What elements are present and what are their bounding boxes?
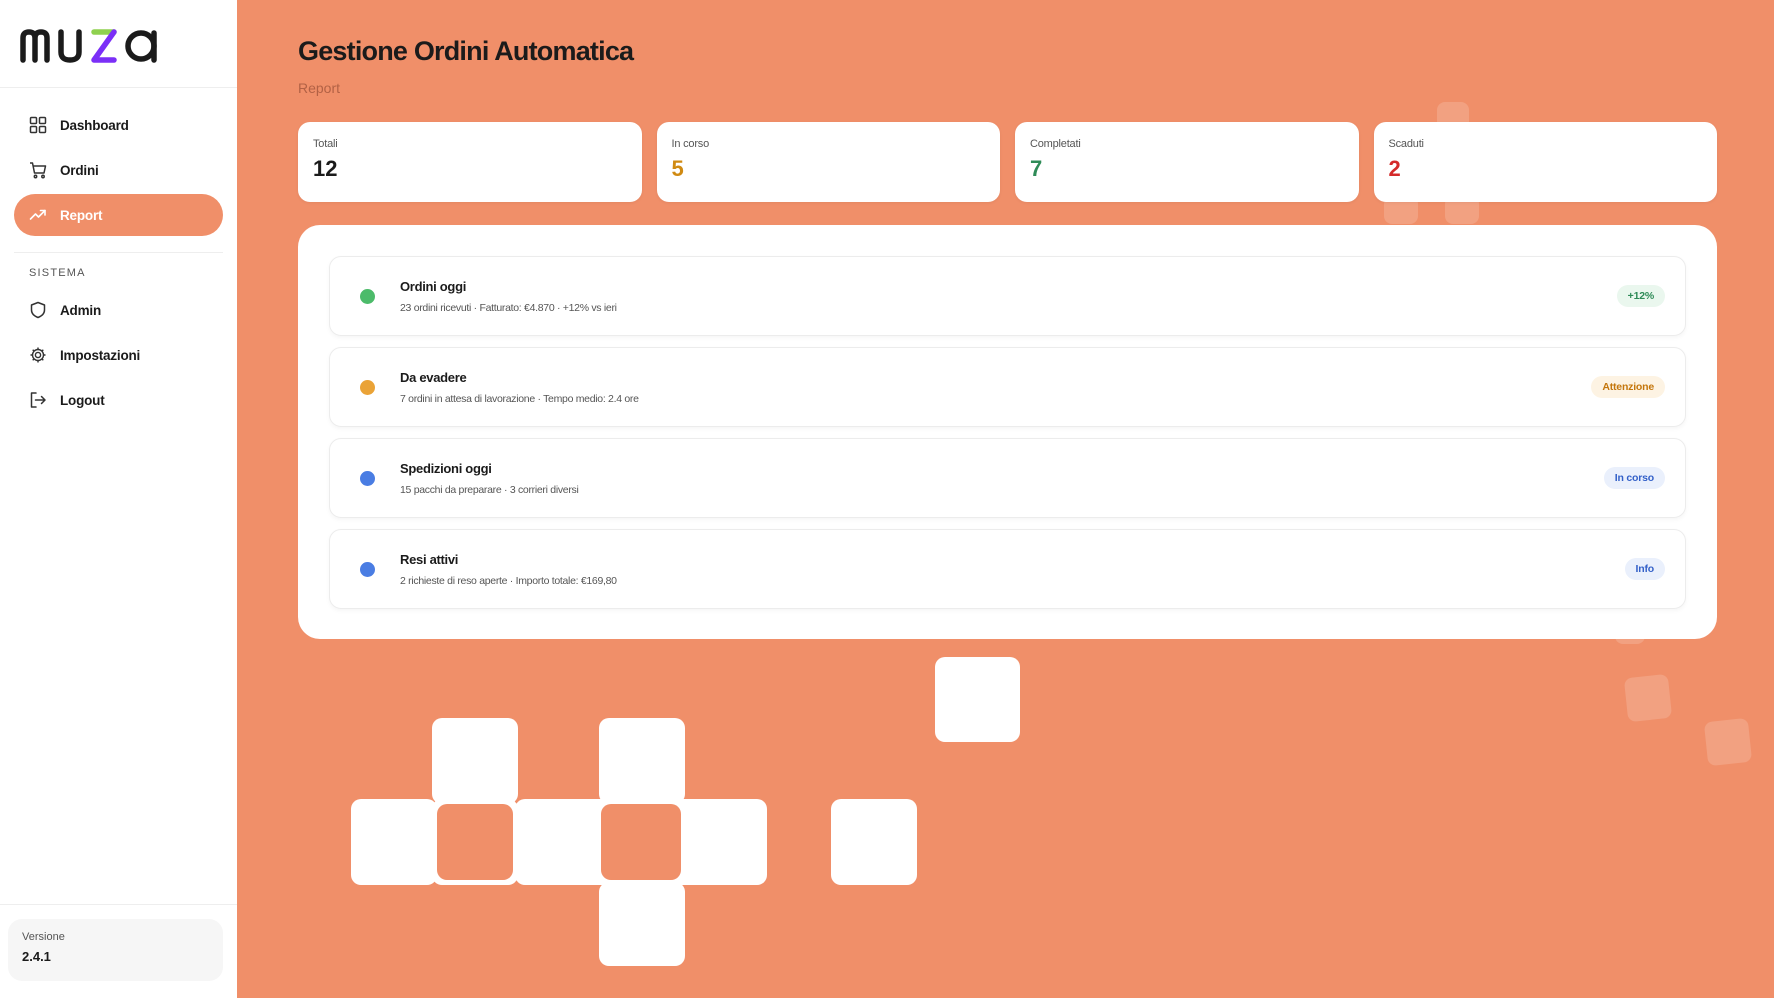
report-row-resi-attivi[interactable]: Resi attivi 2 richieste di reso aperte ·…	[329, 529, 1686, 609]
sidebar-item-label: Impostazioni	[60, 347, 141, 363]
decorative-block	[599, 718, 685, 804]
sidebar-item-ordini[interactable]: Ordini	[14, 149, 223, 191]
cart-icon	[28, 160, 48, 180]
stat-value: 7	[1030, 156, 1043, 181]
sidebar-item-label: Admin	[60, 302, 101, 318]
status-badge: Info	[1624, 558, 1665, 580]
status-dot	[360, 470, 375, 486]
shield-icon	[28, 300, 48, 320]
sidebar-divider	[14, 252, 223, 253]
decorative-block-hole	[437, 804, 513, 880]
stat-label: Totali	[313, 138, 338, 150]
status-badge: Attenzione	[1591, 376, 1665, 398]
page-title: Gestione Ordini Automatica	[298, 36, 634, 66]
stat-card-completati: Completati 7	[1015, 122, 1359, 202]
stat-value: 12	[313, 156, 338, 181]
version-label: Versione	[22, 931, 65, 943]
sidebar-item-logout[interactable]: Logout	[14, 379, 223, 421]
stat-label: Scaduti	[1388, 138, 1424, 150]
decorative-block-hole	[601, 804, 681, 880]
status-dot	[360, 288, 375, 304]
decorative-block	[599, 882, 685, 966]
decorative-block	[432, 718, 518, 804]
decorative-block	[831, 799, 917, 885]
trend-icon	[28, 205, 48, 225]
row-title: Resi attivi	[400, 551, 459, 567]
sidebar-item-impostazioni[interactable]: Impostazioni	[14, 334, 223, 376]
row-title: Ordini oggi	[400, 278, 467, 294]
sidebar-item-dashboard[interactable]: Dashboard	[14, 104, 223, 146]
stat-value: 2	[1388, 156, 1401, 181]
version-card: Versione 2.4.1	[8, 919, 223, 981]
grid-icon	[28, 115, 48, 135]
status-dot	[360, 379, 375, 395]
report-row-spedizioni-oggi[interactable]: Spedizioni oggi 15 pacchi da preparare ·…	[329, 438, 1686, 518]
stat-label: In corso	[671, 138, 710, 150]
stat-card-scaduti: Scaduti 2	[1373, 122, 1717, 202]
stat-value: 5	[671, 156, 684, 181]
status-dot	[360, 561, 375, 577]
logout-icon	[28, 390, 48, 410]
decorative-square	[1703, 717, 1753, 767]
decorative-block	[935, 657, 1020, 742]
status-badge: In corso	[1603, 467, 1665, 489]
sidebar-item-label: Dashboard	[60, 117, 129, 133]
gear-icon	[28, 345, 48, 365]
stat-label: Completati	[1030, 138, 1081, 150]
main-nav: Dashboard Ordini Report	[0, 88, 237, 236]
row-title: Spedizioni oggi	[400, 460, 492, 476]
report-row-ordini-oggi[interactable]: Ordini oggi 23 ordini ricevuti · Fattura…	[329, 256, 1686, 336]
sidebar-item-admin[interactable]: Admin	[14, 289, 223, 331]
row-description: 23 ordini ricevuti · Fatturato: €4.870 ·…	[400, 301, 617, 314]
stats-row: Totali 12 In corso 5 Completati 7 Scadut…	[298, 122, 1717, 202]
sidebar: Dashboard Ordini Report SISTEMA Admin Im…	[0, 0, 237, 998]
decorative-block	[351, 799, 437, 885]
stat-card-in-corso: In corso 5	[656, 122, 1000, 202]
sidebar-item-report[interactable]: Report	[14, 194, 223, 236]
sidebar-item-label: Ordini	[60, 162, 99, 178]
decorative-square	[1623, 673, 1673, 723]
muza-logo[interactable]	[20, 20, 200, 66]
stat-card-totali: Totali 12	[298, 122, 642, 202]
row-description: 15 pacchi da preparare · 3 corrieri dive…	[400, 483, 579, 496]
report-row-da-evadere[interactable]: Da evadere 7 ordini in attesa di lavoraz…	[329, 347, 1686, 427]
logo-area	[0, 0, 237, 88]
sidebar-item-label: Logout	[60, 392, 105, 408]
row-title: Da evadere	[400, 369, 467, 385]
section-label-sistema: SISTEMA	[29, 267, 86, 279]
report-panel: Ordini oggi 23 ordini ricevuti · Fattura…	[298, 225, 1717, 639]
sidebar-item-label: Report	[60, 207, 103, 223]
row-description: 2 richieste di reso aperte · Importo tot…	[400, 574, 617, 587]
sidebar-footer: Versione 2.4.1	[0, 904, 237, 998]
status-badge: +12%	[1616, 285, 1665, 307]
page-subtitle: Report	[298, 80, 341, 96]
version-value: 2.4.1	[22, 949, 51, 964]
system-nav: Admin Impostazioni Logout	[0, 289, 237, 421]
row-description: 7 ordini in attesa di lavorazione · Temp…	[400, 392, 639, 405]
